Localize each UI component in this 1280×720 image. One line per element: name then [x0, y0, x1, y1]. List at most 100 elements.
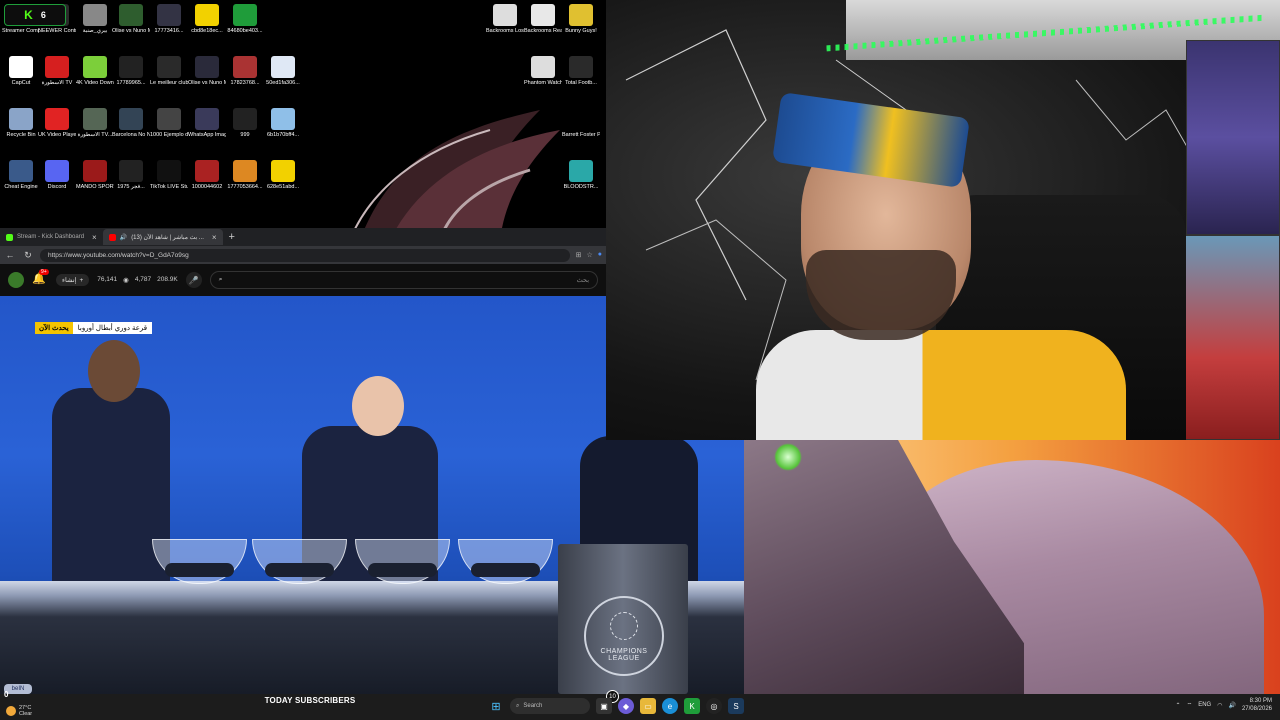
voice-search-icon[interactable]: 🎤: [185, 272, 202, 288]
desktop-icon[interactable]: cbd8e18ec...: [188, 4, 226, 35]
desktop-icon[interactable]: Recycle Bin: [2, 108, 40, 139]
taskbar-search[interactable]: ⌕ Search: [510, 698, 590, 714]
desktop-icon[interactable]: Le meilleur club du ...: [150, 56, 188, 87]
desktop-icon[interactable]: Bunny Guys!: [562, 4, 600, 35]
search-icon: ⌕: [516, 702, 520, 709]
desktop-icon[interactable]: Backrooms Realm of ...: [524, 4, 562, 35]
close-tab-icon[interactable]: ×: [92, 233, 97, 242]
desktop-icon[interactable]: BLOODSTR...: [562, 160, 600, 191]
lang-indicator[interactable]: ENG: [1198, 702, 1211, 708]
starball-icon: [610, 612, 638, 640]
news-ticker: يحدث الآن قرعة دوري أبطال أوروبا: [35, 322, 153, 334]
desktop-icon[interactable]: بيري_صنبة: [76, 4, 114, 35]
poster-player-psg: [1186, 40, 1280, 235]
back-button[interactable]: ←: [4, 250, 16, 260]
desktop-icon-label: WhatsApp Image 2024...: [188, 132, 226, 138]
search-placeholder: بحث: [576, 277, 589, 284]
app-icon: [271, 56, 295, 78]
close-tab-icon[interactable]: ×: [212, 233, 217, 242]
desktop-icon[interactable]: 17770536​64...: [226, 160, 264, 191]
file-explorer-icon[interactable]: ▭: [640, 698, 656, 714]
desktop-icon[interactable]: 17789965...: [112, 56, 150, 87]
desktop-icon[interactable]: Total Footb...: [562, 56, 600, 87]
desktop-icon[interactable]: Barrett Foster Prologue: [562, 108, 600, 139]
desktop-icon[interactable]: الأسطورة TV...: [76, 108, 114, 139]
new-tab-button[interactable]: +: [223, 231, 241, 243]
tray-overflow-icon[interactable]: ⌃: [1176, 702, 1181, 709]
volume-icon[interactable]: 🔊: [1228, 702, 1235, 709]
app-icon: [271, 160, 295, 182]
desktop-icon-label: 17770536​64...: [227, 184, 263, 190]
game-capture: [744, 440, 1280, 694]
app-icon: [195, 4, 219, 26]
bookmark-star-icon[interactable]: ☆: [586, 251, 592, 259]
browser-tabbar: Stream - Kick Dashboard × 🔊 (13) بث مباش…: [0, 228, 606, 246]
streamer-shirt: [756, 330, 1126, 440]
network-icon[interactable]: ⌔: [1187, 701, 1193, 709]
search-input[interactable]: ⌕ بحث: [209, 271, 598, 289]
reload-button[interactable]: ↻: [22, 250, 34, 261]
app-icon: [531, 4, 555, 26]
desktop-icon[interactable]: Backrooms Lost Dim...: [486, 4, 524, 35]
desktop-icon[interactable]: 4K Video Download...: [76, 56, 114, 87]
desktop-icon[interactable]: Phantom Watcher: [524, 56, 562, 87]
steam-icon[interactable]: S: [728, 698, 744, 714]
desktop-icon[interactable]: 1000 Ejemplo de Ban...: [150, 108, 188, 139]
streamer-companion-badge: K 6: [4, 4, 66, 26]
wifi-icon[interactable]: ◠: [1217, 702, 1222, 709]
desktop-icon[interactable]: الأسطورة TV: [38, 56, 76, 87]
desktop-icon[interactable]: 999: [226, 108, 264, 139]
likes-count: 4,787: [134, 276, 152, 283]
desktop-icon[interactable]: 17773416...: [150, 4, 188, 35]
desktop-icon[interactable]: 50ed1fa306...: [264, 56, 302, 87]
create-button[interactable]: إنشاء +: [56, 274, 90, 286]
youtube-topbar: 🔔 9+ إنشاء + 76,141 ◉ 4,787 208.9K 🎤 ⌕ بح…: [0, 264, 606, 296]
desktop-icon[interactable]: 628e51abd...: [264, 160, 302, 191]
desktop-icon-label: 17789965...: [116, 80, 146, 86]
desktop-icon-label: Bunny Guys!: [565, 28, 597, 34]
obs-icon[interactable]: ◎: [706, 698, 722, 714]
desktop-icon[interactable]: Olise vs Nuno Men...: [112, 4, 150, 35]
streamer-app-icon[interactable]: K: [684, 698, 700, 714]
desktop-icon[interactable]: UK Video Player: [38, 108, 76, 139]
url-input[interactable]: https://www.youtube.com/watch?v=D_GdA7o9…: [40, 248, 570, 262]
desktop-icon-label: 999: [240, 132, 250, 138]
draw-bowl: [458, 539, 553, 584]
edge-icon[interactable]: e: [662, 698, 678, 714]
notifications-bell-icon[interactable]: 🔔 9+: [32, 269, 49, 288]
desktop-icon[interactable]: TikTok LIVE Studio: [150, 160, 188, 191]
desktop-icon[interactable]: Barcelona No Nunez No...: [112, 108, 150, 139]
live-stats: 76,141 ◉ 4,787 208.9K: [97, 276, 177, 284]
tab-youtube-live[interactable]: 🔊 (13) بث مباشر | شاهد الآن ... ×: [102, 229, 223, 245]
desktop-icon[interactable]: Discord: [38, 160, 76, 191]
profile-icon[interactable]: ●: [598, 251, 602, 259]
app-icon: [83, 4, 107, 26]
extensions-icon[interactable]: ⊞: [576, 251, 582, 259]
desktop-icon-label: Olise vs Nuno Men...: [112, 28, 150, 34]
desktop-icon[interactable]: 17823768...: [226, 56, 264, 87]
desktop-icon[interactable]: Cheat Engine: [2, 160, 40, 191]
subscribers-count: 208.9K: [157, 276, 178, 283]
app-icon: [119, 108, 143, 130]
avatar[interactable]: [8, 272, 24, 288]
windows-start-icon[interactable]: ⊞: [488, 698, 504, 714]
weather-widget[interactable]: 27°C Clear: [0, 705, 80, 717]
desktop-icon-label: Barcelona No Nunez No...: [112, 132, 150, 138]
tab-kick-dashboard[interactable]: Stream - Kick Dashboard ×: [0, 229, 103, 245]
desktop-icon-label: الأسطورة TV: [41, 80, 73, 86]
desktop-icon[interactable]: 1000044602: [188, 160, 226, 191]
desktop-icon[interactable]: 84680be403...: [226, 4, 264, 35]
desktop-icon-label: Recycle Bin: [6, 132, 36, 138]
desktop-icon[interactable]: فجر 1975...: [112, 160, 150, 191]
desktop-icon[interactable]: Olise vs Nuno Mendes joi...: [188, 56, 226, 87]
desktop-icon[interactable]: CapCut: [2, 56, 40, 87]
weather-cond: Clear: [19, 711, 33, 717]
app-icon: [195, 56, 219, 78]
copilot-icon[interactable]: ◆: [618, 698, 634, 714]
task-view-icon[interactable]: ▣: [596, 698, 612, 714]
podium-text: CHAMPIONS LEAGUE: [600, 648, 648, 662]
desktop-icon[interactable]: 6b1b70bff4...: [264, 108, 302, 139]
desktop-icon[interactable]: MANDO SPORT Plus: [76, 160, 114, 191]
desktop-icon[interactable]: WhatsApp Image 2024...: [188, 108, 226, 139]
clock[interactable]: 8:30 PM 27/08/2026: [1242, 697, 1272, 713]
